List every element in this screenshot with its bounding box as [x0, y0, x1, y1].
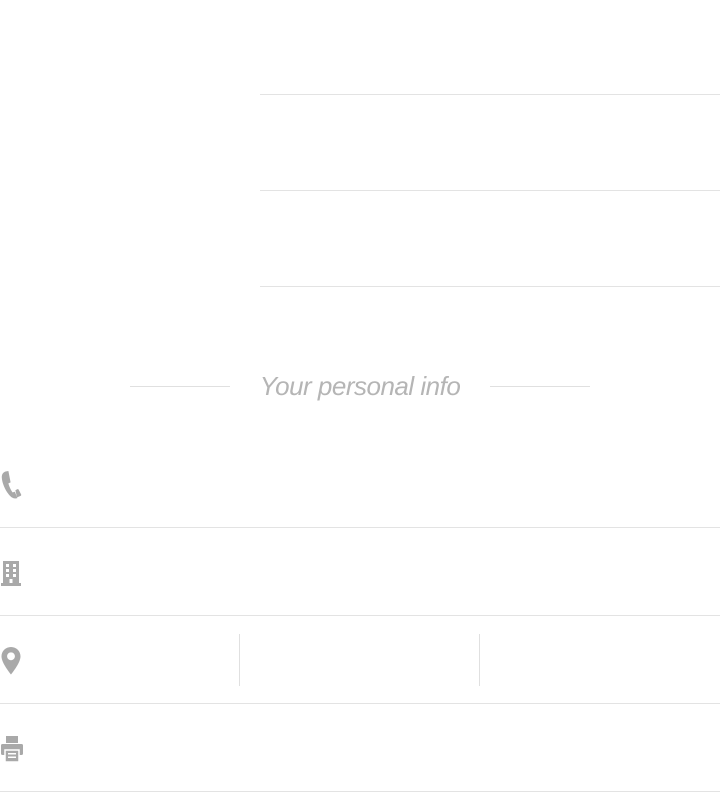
fax-row: [0, 705, 720, 792]
company-input[interactable]: [36, 529, 720, 615]
location-field-1[interactable]: [36, 617, 238, 703]
location-row: [0, 617, 720, 704]
building-icon: [0, 557, 26, 589]
location-separator-1: [239, 634, 240, 686]
divider-right: [490, 386, 590, 387]
company-row: [0, 529, 720, 616]
printer-icon: [0, 733, 26, 765]
map-pin-icon: [0, 645, 26, 677]
fax-input[interactable]: [36, 705, 720, 791]
top-field-2[interactable]: [260, 97, 720, 191]
top-field-1[interactable]: [260, 1, 720, 95]
divider-left: [130, 386, 230, 387]
location-field-3[interactable]: [481, 617, 720, 703]
section-title: Your personal info: [259, 371, 461, 401]
personal-info-heading: Your personal info: [0, 360, 720, 412]
location-field-2[interactable]: [241, 617, 479, 703]
location-separator-2: [479, 634, 480, 686]
phone-icon: [0, 469, 26, 501]
phone-input[interactable]: [36, 441, 720, 527]
top-field-3[interactable]: [260, 193, 720, 287]
phone-row: [0, 441, 720, 528]
